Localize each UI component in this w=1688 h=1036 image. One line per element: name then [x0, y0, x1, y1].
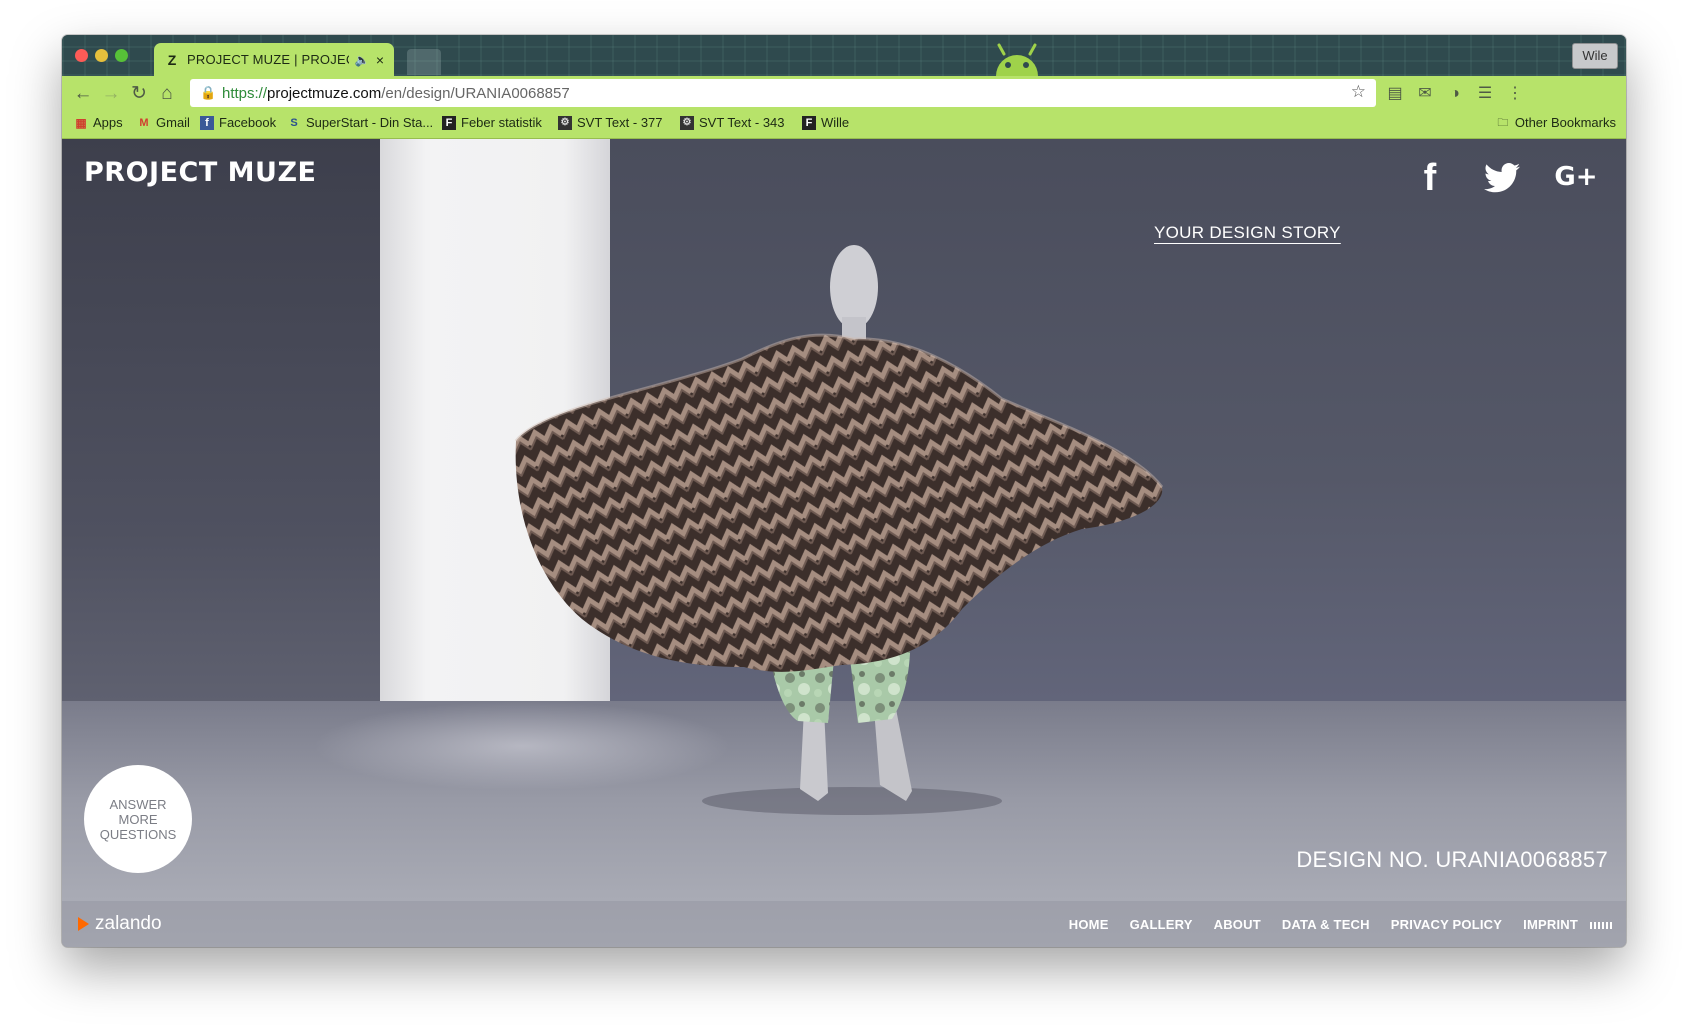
zalando-triangle-icon [78, 917, 89, 931]
apps-grid-icon: ▦ [75, 115, 87, 130]
zalando-brand-text: zalando [95, 913, 162, 934]
profile-button[interactable]: Wile [1572, 43, 1618, 69]
minimize-window-button[interactable] [95, 49, 108, 62]
url-path: /en/design/URANIA0068857 [381, 84, 570, 102]
tab-title: PROJECT MUZE | PROJECT [187, 52, 349, 67]
address-bar[interactable]: 🔒 https://projectmuze.com/en/design/URAN… [190, 79, 1376, 107]
facebook-icon: f [200, 115, 214, 130]
bookmark-feber-statistik[interactable]: F Feber statistik [442, 115, 542, 130]
bookmark-label: SuperStart - Din Sta... [306, 115, 434, 130]
footer-link-about[interactable]: ABOUT [1214, 917, 1261, 932]
footer-link-gallery[interactable]: GALLERY [1130, 917, 1193, 932]
lock-icon: 🔒 [200, 85, 217, 100]
new-tab-button[interactable] [407, 49, 441, 75]
footer-link-imprint[interactable]: IMPRINT [1523, 917, 1578, 932]
extension-circle-icon[interactable]: ◑ [1445, 84, 1465, 104]
google-plus-share-icon[interactable]: G+ [1552, 157, 1600, 197]
scene-wall-left [62, 139, 380, 701]
browser-toolbar: ← → ↻ ⌂ 🔒 https://projectmuze.com/en/des… [62, 76, 1626, 111]
footer-nav: HOME GALLERY ABOUT DATA & TECH PRIVACY P… [1069, 917, 1578, 932]
bookmark-superstart[interactable]: S SuperStart - Din Sta... [287, 115, 433, 130]
answer-more-questions-button[interactable]: ANSWER MORE QUESTIONS [84, 765, 192, 873]
menu-dots-icon[interactable]: ⋮ [1505, 84, 1525, 104]
site-footer: zalando HOME GALLERY ABOUT DATA & TECH P… [62, 901, 1626, 947]
muze-favicon-icon: Z [167, 51, 177, 68]
footer-link-home[interactable]: HOME [1069, 917, 1109, 932]
bookmark-label: SVT Text - 343 [699, 115, 785, 130]
home-icon[interactable]: ⌂ [156, 83, 178, 105]
bookmark-svt-343[interactable]: ⚙ SVT Text - 343 [680, 115, 785, 130]
bookmark-apps[interactable]: ▦ Apps [74, 115, 123, 130]
bookmark-label: Feber statistik [461, 115, 542, 130]
feber-icon: F [442, 115, 456, 130]
layers-icon[interactable]: ☰ [1475, 84, 1495, 104]
footer-link-data-tech[interactable]: DATA & TECH [1282, 917, 1370, 932]
folder-icon: 🗀 [1497, 116, 1509, 129]
reload-icon[interactable]: ↻ [128, 83, 150, 105]
page-viewport: PROJECT MUZE f G+ YOUR DESIGN STORY ANSW… [62, 139, 1626, 947]
mail-icon[interactable]: ✉ [1415, 84, 1435, 104]
bookmark-gmail[interactable]: M Gmail [137, 115, 190, 130]
svt-icon: ⚙ [680, 115, 694, 130]
gmail-icon: M [139, 116, 149, 129]
superstart-icon: S [290, 116, 298, 129]
close-window-button[interactable] [75, 49, 88, 62]
bookmark-label: Apps [93, 115, 123, 130]
3d-garment-figure [514, 245, 1164, 815]
url-host: projectmuze.com [267, 84, 382, 102]
your-design-story-link[interactable]: YOUR DESIGN STORY [1154, 223, 1341, 243]
bookmark-label: Gmail [156, 115, 190, 130]
bookmark-label: Wille [821, 115, 850, 130]
speaker-icon[interactable]: 🔈 [355, 53, 370, 67]
browser-tab[interactable]: Z PROJECT MUZE | PROJECT 🔈 × [154, 43, 394, 76]
bookmark-label: Facebook [219, 115, 277, 130]
bookmark-wille[interactable]: F Wille [802, 115, 849, 130]
android-theme-icon [996, 43, 1038, 76]
forward-arrow-icon[interactable]: → [100, 83, 122, 105]
svt-icon: ⚙ [558, 115, 572, 130]
audio-bars-icon[interactable] [1590, 922, 1612, 929]
tab-strip: Z PROJECT MUZE | PROJECT 🔈 × Wile [62, 35, 1626, 76]
footer-link-privacy-policy[interactable]: PRIVACY POLICY [1391, 917, 1502, 932]
feber-icon: F [802, 115, 816, 130]
browser-window: Z PROJECT MUZE | PROJECT 🔈 × Wile ← → ↻ … [62, 35, 1626, 947]
back-arrow-icon[interactable]: ← [72, 83, 94, 105]
other-bookmarks[interactable]: 🗀 Other Bookmarks [1496, 115, 1616, 130]
bookmark-label: SVT Text - 377 [577, 115, 663, 130]
bookmarks-bar: ▦ Apps M Gmail f Facebook S SuperStart -… [62, 111, 1626, 139]
design-number: DESIGN NO. URANIA0068857 [1296, 847, 1608, 872]
site-logo[interactable]: PROJECT MUZE [84, 157, 316, 188]
bookmark-star-icon[interactable]: ☆ [1351, 82, 1366, 102]
twitter-share-icon[interactable] [1482, 157, 1522, 197]
facebook-share-icon[interactable]: f [1415, 157, 1445, 199]
bookmark-facebook[interactable]: f Facebook [200, 115, 276, 130]
other-bookmarks-label: Other Bookmarks [1514, 115, 1616, 130]
cast-icon[interactable]: ▤ [1385, 84, 1405, 104]
bookmark-svt-377[interactable]: ⚙ SVT Text - 377 [558, 115, 663, 130]
zalando-logo[interactable]: zalando [78, 913, 162, 935]
zoom-window-button[interactable] [115, 49, 128, 62]
url-scheme: https:// [222, 84, 268, 102]
tab-close-icon[interactable]: × [376, 52, 384, 68]
